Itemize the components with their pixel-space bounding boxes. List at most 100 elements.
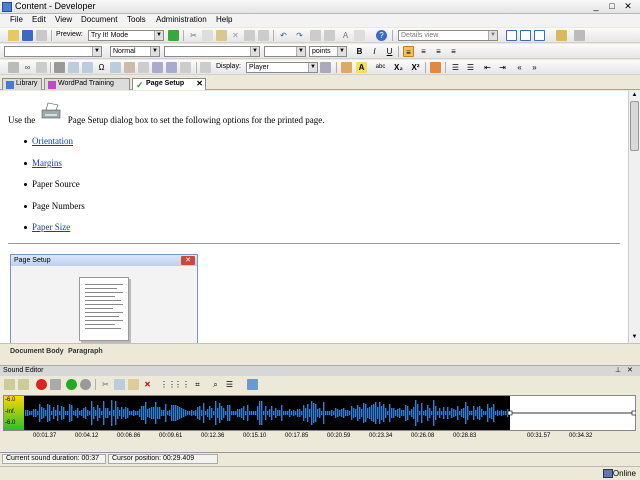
redo-icon[interactable]: ↷ bbox=[294, 30, 305, 41]
align-center-icon[interactable]: ≡ bbox=[418, 46, 429, 57]
style-name-combo[interactable]: ▼ bbox=[4, 46, 102, 57]
delete-icon[interactable]: ✕ bbox=[230, 30, 241, 41]
play-icon[interactable] bbox=[66, 379, 77, 390]
font-color-icon[interactable]: A bbox=[356, 62, 367, 73]
tab-wordpad-training[interactable]: WordPad Training bbox=[44, 78, 130, 90]
close-window-button[interactable]: ✕ bbox=[622, 1, 634, 12]
pin-icon[interactable]: ⊥ bbox=[615, 366, 621, 374]
minimize-button[interactable]: _ bbox=[590, 1, 602, 12]
unlink-icon[interactable] bbox=[324, 30, 335, 41]
field-icon[interactable] bbox=[110, 62, 121, 73]
vertical-scrollbar[interactable]: ▲ ▼ bbox=[628, 91, 640, 343]
bullets-icon[interactable]: ☰ bbox=[450, 62, 461, 73]
undo-icon[interactable]: ↶ bbox=[278, 30, 289, 41]
italic-button[interactable]: I bbox=[369, 46, 380, 57]
menu-tools[interactable]: Tools bbox=[127, 15, 146, 24]
display-combo[interactable]: Player ▼ bbox=[246, 62, 318, 73]
preview-mode-combo[interactable]: Try It! Mode ▼ bbox=[88, 30, 164, 41]
find-icon[interactable] bbox=[244, 30, 255, 41]
silence-icon[interactable]: ⋮⋮ bbox=[160, 379, 176, 390]
tab-library[interactable]: Library bbox=[2, 78, 42, 90]
margins-link[interactable]: Margins bbox=[32, 158, 62, 168]
input-icon[interactable] bbox=[152, 62, 163, 73]
menu-edit[interactable]: Edit bbox=[32, 15, 46, 24]
format-painter-icon[interactable] bbox=[341, 62, 352, 73]
scroll-down-icon[interactable]: ▼ bbox=[629, 333, 640, 342]
bold-button[interactable]: B bbox=[354, 46, 365, 57]
copy-icon[interactable] bbox=[114, 379, 125, 390]
stop-icon[interactable] bbox=[80, 379, 91, 390]
view-combo[interactable]: Details view ▼ bbox=[398, 30, 498, 41]
copy-icon[interactable] bbox=[202, 30, 213, 41]
maximize-button[interactable]: □ bbox=[606, 1, 618, 12]
cut-icon[interactable]: ✂ bbox=[100, 379, 111, 390]
layout-panels-icon[interactable] bbox=[534, 30, 545, 41]
layout-icon[interactable] bbox=[506, 30, 517, 41]
omega-icon[interactable]: Ω bbox=[96, 62, 107, 73]
menu-view[interactable]: View bbox=[55, 15, 72, 24]
grid-icon[interactable] bbox=[68, 62, 79, 73]
table-icon[interactable] bbox=[8, 62, 19, 73]
size-combo[interactable]: ▼ bbox=[264, 46, 306, 57]
menu-help[interactable]: Help bbox=[216, 15, 232, 24]
help-icon[interactable]: ? bbox=[376, 30, 387, 41]
scroll-thumb[interactable] bbox=[630, 101, 639, 151]
menu-document[interactable]: Document bbox=[81, 15, 117, 24]
edit-display-icon[interactable] bbox=[320, 62, 331, 73]
subscript-button[interactable]: X₂ bbox=[393, 62, 404, 73]
spellcheck-icon[interactable]: A bbox=[340, 30, 351, 41]
paper-size-link[interactable]: Paper Size bbox=[32, 222, 70, 232]
record-icon[interactable] bbox=[36, 379, 47, 390]
zoom-icon[interactable]: ⌕ bbox=[210, 379, 221, 390]
cut-icon[interactable]: ✂ bbox=[188, 30, 199, 41]
align-right-icon[interactable]: ≡ bbox=[433, 46, 444, 57]
marker-icon[interactable] bbox=[124, 62, 135, 73]
tab-page-setup[interactable]: ✓ Page Setup ✕ bbox=[132, 78, 206, 90]
indent-icon[interactable]: ⇥ bbox=[497, 62, 508, 73]
print-icon[interactable] bbox=[36, 30, 47, 41]
menu-file[interactable]: File bbox=[10, 15, 23, 24]
save-icon[interactable] bbox=[22, 30, 33, 41]
record-new-icon[interactable] bbox=[4, 379, 15, 390]
strikethrough-button[interactable]: abc bbox=[375, 62, 386, 73]
image-icon[interactable] bbox=[54, 62, 65, 73]
window-icon[interactable] bbox=[574, 30, 585, 41]
tool-icon[interactable] bbox=[354, 30, 365, 41]
numbering-icon[interactable]: ☰ bbox=[465, 62, 476, 73]
font-combo[interactable]: ▼ bbox=[164, 46, 260, 57]
breadcrumb-document-body[interactable]: Document Body bbox=[10, 348, 64, 355]
button-icon[interactable] bbox=[138, 62, 149, 73]
document-editor[interactable]: Use the Page Setup dialog box to set the… bbox=[0, 91, 628, 343]
check-icon[interactable] bbox=[166, 62, 177, 73]
decrease-indent-icon[interactable]: « bbox=[514, 62, 525, 73]
style-combo[interactable]: Normal ▼ bbox=[110, 46, 160, 57]
new-icon[interactable] bbox=[8, 30, 19, 41]
close-tab-icon[interactable]: ✕ bbox=[196, 79, 203, 88]
delete-icon[interactable]: ✕ bbox=[142, 379, 153, 390]
justify-icon[interactable]: ≡ bbox=[448, 46, 459, 57]
hyperlink-icon[interactable]: ∞ bbox=[22, 62, 33, 73]
list-icon[interactable]: ☰ bbox=[224, 379, 235, 390]
trim-icon[interactable]: ⋮⋮ bbox=[174, 379, 190, 390]
publish-icon[interactable] bbox=[556, 30, 567, 41]
superscript-button[interactable]: X² bbox=[410, 62, 421, 73]
scroll-up-icon[interactable]: ▲ bbox=[629, 91, 640, 100]
frame-icon[interactable] bbox=[82, 62, 93, 73]
link-icon[interactable] bbox=[310, 30, 321, 41]
align-left-icon[interactable]: ≡ bbox=[403, 46, 414, 57]
outdent-icon[interactable]: ⇤ bbox=[482, 62, 493, 73]
replace-icon[interactable] bbox=[258, 30, 269, 41]
import-icon[interactable] bbox=[18, 379, 29, 390]
mic-icon[interactable] bbox=[50, 379, 61, 390]
layout-split-icon[interactable] bbox=[520, 30, 531, 41]
crop-icon[interactable]: ⌗ bbox=[192, 379, 203, 390]
display-icon[interactable] bbox=[200, 62, 211, 73]
media-icon[interactable] bbox=[180, 62, 191, 73]
orientation-link[interactable]: Orientation bbox=[32, 136, 73, 146]
increase-indent-icon[interactable]: » bbox=[529, 62, 540, 73]
play-preview-icon[interactable] bbox=[168, 30, 179, 41]
waveform-view[interactable]: -6.0 -Inf. -6.0 bbox=[3, 395, 636, 431]
menu-administration[interactable]: Administration bbox=[156, 15, 207, 24]
underline-button[interactable]: U bbox=[384, 46, 395, 57]
paste-icon[interactable] bbox=[216, 30, 227, 41]
